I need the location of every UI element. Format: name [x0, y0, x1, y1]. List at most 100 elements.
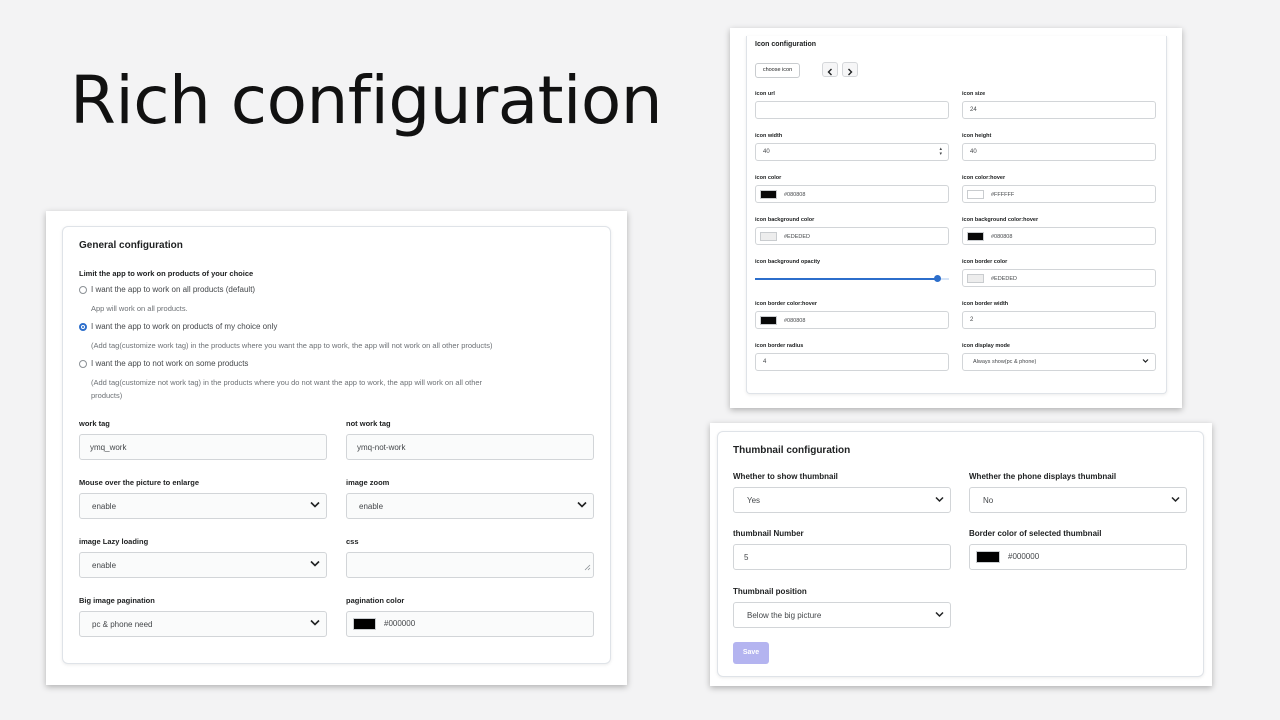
pagination-color-label: pagination color	[346, 596, 405, 605]
image-zoom-select[interactable]: enable	[346, 493, 594, 519]
radio-not-some-label[interactable]: I want the app to not work on some produ…	[91, 359, 248, 368]
icon-color-hover-input[interactable]: #FFFFFF	[962, 185, 1156, 203]
icon-display-select[interactable]: Always show(pc & phone)	[962, 353, 1156, 371]
work-tag-label: work tag	[79, 419, 110, 428]
icon-url-input[interactable]	[755, 101, 949, 119]
prev-icon-button[interactable]	[822, 62, 838, 77]
limit-label: Limit the app to work on products of you…	[79, 269, 254, 278]
radio-choice-only-label[interactable]: I want the app to work on products of my…	[91, 322, 277, 331]
icon-color-value: #080808	[784, 191, 806, 198]
work-tag-input[interactable]: ymq_work	[79, 434, 327, 460]
thumb-border-input[interactable]: #000000	[969, 544, 1187, 570]
thumb-border-value: #000000	[1008, 552, 1040, 562]
stepper-icon[interactable]: ▴ ▾	[939, 147, 942, 157]
radio-all-products[interactable]	[79, 286, 87, 294]
icon-border-color-input[interactable]: #EDEDED	[962, 269, 1156, 287]
icon-border-hover-value: #080808	[784, 317, 806, 324]
chevron-down-icon	[1171, 496, 1180, 505]
chevron-left-icon	[827, 63, 833, 80]
icon-border-color-value: #EDEDED	[991, 275, 1017, 282]
icon-bg-hover-label: icon background color:hover	[962, 217, 1039, 223]
color-swatch[interactable]	[353, 618, 376, 630]
phone-thumb-select[interactable]: No	[969, 487, 1187, 513]
icon-bg-hover-input[interactable]: #080808	[962, 227, 1156, 245]
general-config-screenshot: General configuration Limit the app to w…	[46, 211, 627, 685]
lazy-value: enable	[92, 561, 117, 570]
color-swatch[interactable]	[760, 232, 777, 241]
color-swatch[interactable]	[967, 274, 984, 283]
pagination-color-value: #000000	[384, 619, 416, 629]
chevron-down-icon	[935, 611, 944, 620]
thumb-position-label: Thumbnail position	[733, 587, 807, 596]
general-config-card: General configuration Limit the app to w…	[62, 226, 611, 664]
mouseover-label: Mouse over the picture to enlarge	[79, 478, 200, 487]
phone-thumb-value: No	[983, 496, 994, 505]
slider-thumb[interactable]	[934, 275, 942, 282]
chevron-down-icon	[577, 501, 587, 511]
help-not-some-line2: products)	[91, 391, 123, 400]
icon-bg-input[interactable]: #EDEDED	[755, 227, 949, 245]
color-swatch[interactable]	[760, 190, 777, 199]
icon-size-input[interactable]: 24	[962, 101, 1156, 119]
mouseover-value: enable	[92, 502, 117, 511]
save-button[interactable]: Save	[733, 642, 769, 664]
save-label: Save	[742, 649, 760, 656]
radio-choice-only[interactable]	[79, 323, 87, 331]
chevron-right-icon	[847, 63, 853, 80]
icon-color-input[interactable]: #080808	[755, 185, 949, 203]
icon-card-title: Icon configuration	[755, 41, 817, 48]
icon-width-input[interactable]: 40 ▴ ▾	[755, 143, 949, 161]
image-zoom-value: enable	[359, 502, 384, 511]
pagination-color-input[interactable]: #000000	[346, 611, 594, 637]
icon-border-width-input[interactable]: 2	[962, 311, 1156, 329]
color-swatch[interactable]	[967, 190, 984, 199]
css-textarea[interactable]	[346, 552, 594, 578]
work-tag-value: ymq_work	[90, 443, 127, 452]
not-work-tag-input[interactable]: ymq-not-work	[346, 434, 594, 460]
icon-size-label: icon size	[962, 91, 986, 97]
icon-url-label: icon url	[755, 91, 775, 97]
chevron-down-icon	[310, 560, 320, 570]
lazy-select[interactable]: enable	[79, 552, 327, 578]
chevron-down-icon	[310, 501, 320, 511]
help-choice-only: (Add tag(customize work tag) in the prod…	[91, 341, 493, 350]
radio-all-products-label[interactable]: I want the app to work on all products (…	[91, 285, 255, 294]
thumb-border-label: Border color of selected thumbnail	[969, 529, 1102, 538]
icon-display-label: icon display mode	[962, 343, 1010, 349]
thumb-number-label: thumbnail Number	[733, 529, 804, 538]
choose-icon-button[interactable]: choose icon	[755, 63, 800, 78]
color-swatch[interactable]	[967, 232, 984, 241]
icon-display-value: Always show(pc & phone)	[973, 359, 1037, 365]
not-work-tag-value: ymq-not-work	[357, 443, 406, 452]
pagination-select[interactable]: pc & phone need	[79, 611, 327, 637]
pagination-label: Big image pagination	[79, 596, 155, 605]
color-swatch[interactable]	[760, 316, 777, 325]
icon-height-value: 40	[970, 149, 977, 155]
icon-radius-label: icon border radius	[755, 343, 804, 349]
show-thumb-value: Yes	[747, 496, 761, 505]
icon-radius-input[interactable]: 4	[755, 353, 949, 371]
mouseover-select[interactable]: enable	[79, 493, 327, 519]
icon-radius-value: 4	[763, 359, 767, 365]
thumbnail-config-card: Thumbnail configuration Whether to show …	[717, 431, 1204, 677]
phone-thumb-label: Whether the phone displays thumbnail	[969, 472, 1117, 481]
icon-size-value: 24	[970, 107, 977, 113]
resize-handle-icon[interactable]	[584, 558, 591, 576]
chevron-down-icon	[1142, 359, 1149, 366]
color-swatch[interactable]	[976, 551, 1000, 563]
icon-border-hover-input[interactable]: #080808	[755, 311, 949, 329]
thumb-number-value: 5	[744, 553, 749, 562]
opacity-slider[interactable]	[755, 274, 949, 284]
icon-height-input[interactable]: 40	[962, 143, 1156, 161]
card-title: General configuration	[79, 240, 183, 251]
radio-not-some[interactable]	[79, 360, 87, 368]
thumbnail-config-screenshot: Thumbnail configuration Whether to show …	[710, 423, 1212, 686]
thumb-number-input[interactable]: 5	[733, 544, 951, 570]
show-thumb-select[interactable]: Yes	[733, 487, 951, 513]
pagination-value: pc & phone need	[92, 620, 153, 629]
show-thumb-label: Whether to show thumbnail	[733, 472, 838, 481]
icon-bg-value: #EDEDED	[784, 233, 810, 240]
next-icon-button[interactable]	[842, 62, 858, 77]
icon-color-hover-label: icon color:hover	[962, 175, 1006, 181]
thumb-position-select[interactable]: Below the big picture	[733, 602, 951, 628]
